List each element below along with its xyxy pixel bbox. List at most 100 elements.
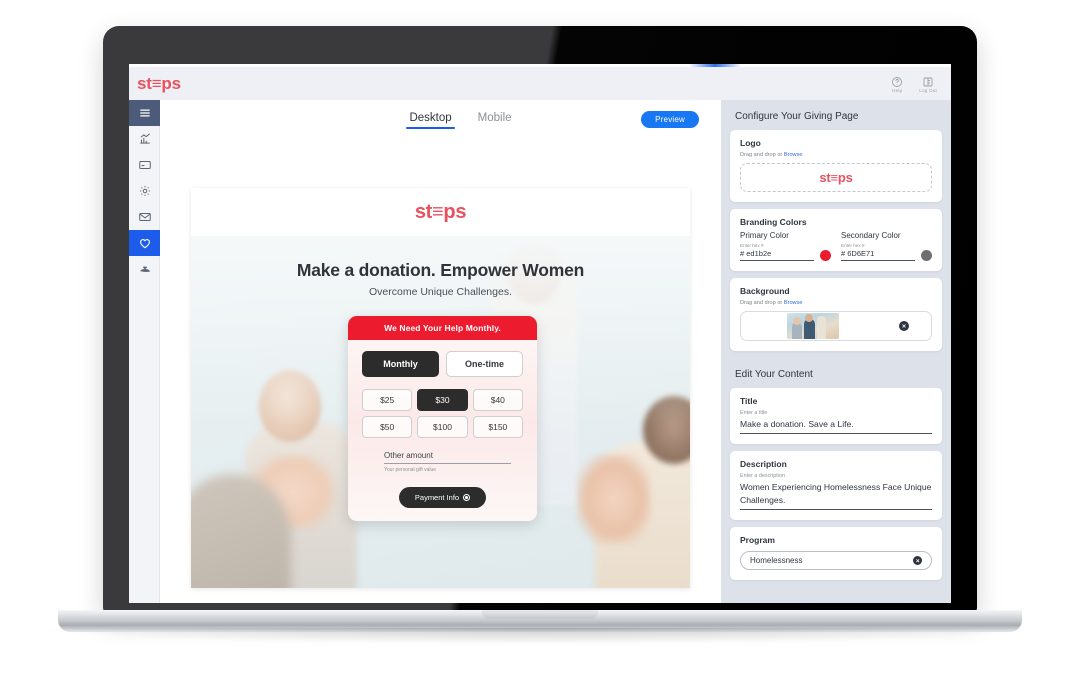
laptop-shadow [40,628,1040,644]
sidebar-item-analytics[interactable] [129,126,160,152]
secondary-hex-underline [841,260,915,261]
giving-page-preview: st≡ps Make a donation. Empower Women Ove… [191,188,690,588]
other-amount-hint: Your personal gift value [384,467,437,473]
help-label: Help [892,87,903,93]
description-input[interactable]: Women Experiencing Homelessness Face Uni… [740,481,932,511]
branding-colors-card: Branding Colors Primary Color Enter hex … [730,209,942,271]
description-hint: Enter a description [740,473,785,480]
background-thumbnail [787,313,839,339]
left-sidebar [129,100,160,603]
primary-color-label: Primary Color [740,231,789,240]
tab-mobile[interactable]: Mobile [478,112,512,128]
background-browse-link[interactable]: Browse [784,300,803,306]
primary-hex-underline [740,260,814,261]
laptop-base-notch [482,610,598,619]
background-dnd-text: Drag and drop or [740,300,784,306]
amount-option-100[interactable]: $100 [417,416,468,438]
sidebar-item-giving[interactable] [129,230,160,256]
help-circle-icon [891,75,903,87]
app-header: st≡ps Help Log Out [129,67,951,100]
secondary-hex-input[interactable]: # 6D6E71 [841,249,915,261]
background-dropzone[interactable] [740,311,932,341]
amount-option-30[interactable]: $30 [417,389,468,411]
sidebar-item-settings[interactable] [129,178,160,204]
heart-icon [139,239,150,249]
title-hint: Enter a title [740,410,768,416]
program-card-title: Program [740,535,775,546]
logo-dropzone[interactable]: st≡ps [740,163,932,192]
config-panel: Configure Your Giving Page Logo Drag and… [721,100,951,603]
sidebar-item-payments[interactable] [129,152,160,178]
secondary-color-group: Secondary Color Enter hex # # 6D6E71 [841,231,932,261]
description-card-title: Description [740,459,787,470]
background-card: Background Drag and drop or Browse [730,278,942,351]
title-input[interactable]: Make a donation. Save a Life. [740,418,932,435]
other-amount-field[interactable]: Other amount Your personal gift value [362,451,523,473]
help-button[interactable]: Help [891,75,903,93]
brand-logo[interactable]: st≡ps [137,75,181,92]
secondary-color-hint: Enter hex # [841,243,865,248]
primary-color-field: # ed1b2e [740,249,831,261]
hand-heart-icon [139,266,150,272]
amount-option-40[interactable]: $40 [472,389,523,411]
sidebar-item-messages[interactable] [129,204,160,230]
sidebar-item-menu[interactable] [129,100,160,126]
primary-hex-value: # ed1b2e [740,249,772,258]
logo-dnd-line: Drag and drop or Browse [740,152,932,158]
preview-button[interactable]: Preview [641,111,699,128]
branding-row: Primary Color Enter hex # # ed1b2e Secon… [740,231,932,261]
photo-figure-right-hands [577,454,651,544]
description-card: Description Enter a description Women Ex… [730,451,942,521]
card-icon [138,161,151,169]
close-icon [915,559,920,563]
envelope-icon [138,213,151,221]
background-dnd-line: Drag and drop or Browse [740,300,932,306]
program-select[interactable]: Homelessness [740,551,932,571]
amount-option-150[interactable]: $150 [472,416,523,438]
program-clear-button[interactable] [913,556,922,566]
payment-info-label: Payment Info [414,493,460,502]
header-actions: Help Log Out [891,75,937,93]
preview-pane: Desktop Mobile Preview st≡ps Make a dona… [160,100,721,603]
frequency-toggle-group: Monthly One-time [362,351,523,377]
logo-browse-link[interactable]: Browse [784,152,803,158]
logout-label: Log Out [919,87,937,93]
primary-color-group: Primary Color Enter hex # # ed1b2e [740,231,831,261]
frequency-option-monthly[interactable]: Monthly [362,351,439,377]
donation-widget: We Need Your Help Monthly. Monthly One-t… [348,316,537,521]
background-card-title: Background [740,286,790,296]
chart-bar-icon [139,133,150,144]
amount-grid: $25 $30 $40 $50 $100 $150 [362,389,523,438]
hero-section: Make a donation. Empower Women Overcome … [191,236,690,588]
hamburger-menu-icon [139,109,150,117]
other-amount-label: Other amount [384,451,433,460]
sidebar-item-donate[interactable] [129,256,160,282]
hero-subtitle: Overcome Unique Challenges. [369,286,512,298]
donation-banner: We Need Your Help Monthly. [348,316,537,340]
payment-info-button[interactable]: Payment Info [398,487,487,508]
background-remove-button[interactable] [899,321,909,331]
amount-option-50[interactable]: $50 [362,416,413,438]
primary-color-swatch[interactable] [820,249,831,261]
secondary-color-swatch[interactable] [921,249,932,261]
primary-color-hint: Enter hex # [740,243,764,248]
logo-preview: st≡ps [819,170,853,185]
laptop-mockup: st≡ps Help Log Out Desktop Mobile Previe… [0,0,1080,675]
primary-hex-input[interactable]: # ed1b2e [740,249,814,261]
frequency-option-onetime[interactable]: One-time [446,351,523,377]
description-value: Women Experiencing Homelessness Face Uni… [740,482,932,505]
gear-icon [139,186,150,196]
title-card: Title Enter a title Make a donation. Sav… [730,388,942,445]
arrow-circle-icon [463,494,471,501]
logo-card: Logo Drag and drop or Browse st≡ps [730,130,942,202]
logo-card-title: Logo [740,138,761,148]
tab-desktop[interactable]: Desktop [406,112,455,129]
amount-option-25[interactable]: $25 [362,389,413,411]
secondary-color-field: # 6D6E71 [841,249,932,261]
secondary-hex-value: # 6D6E71 [841,249,875,258]
logout-button[interactable]: Log Out [919,75,937,93]
content-section-title: Edit Your Content [735,369,813,380]
program-value: Homelessness [750,556,803,566]
title-underline [740,433,932,435]
logo-dnd-text: Drag and drop or [740,152,784,158]
